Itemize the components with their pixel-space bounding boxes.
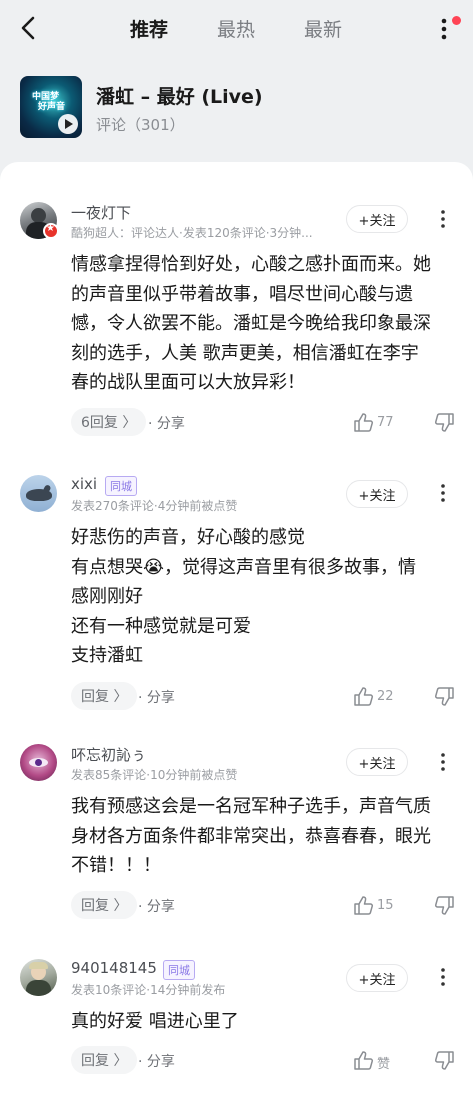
share-button[interactable]: · 分享: [138, 1051, 175, 1071]
thumbs-down-icon[interactable]: [434, 1050, 456, 1072]
share-button[interactable]: · 分享: [138, 896, 175, 916]
username[interactable]: xixi: [71, 475, 97, 493]
follow-button[interactable]: +关注: [346, 205, 408, 233]
song-cover[interactable]: 中国梦 好声音: [20, 76, 82, 138]
top-nav: 推荐 最热 最新: [0, 0, 473, 56]
user-meta: 发表85条评论·10分钟前被点赞: [71, 768, 238, 782]
avatar[interactable]: [20, 475, 57, 512]
user-meta: 发表270条评论·4分钟前被点赞: [71, 499, 238, 513]
city-tag: 同城: [163, 960, 195, 980]
comment-more-icon[interactable]: [436, 482, 450, 504]
comment-text: 我有预感这会是一名冠军种子选手，声音气质 身材各方面条件都非常突出，恭喜春春，眼…: [71, 796, 431, 876]
comment-more-icon[interactable]: [436, 751, 450, 773]
username[interactable]: 940148145: [71, 959, 157, 977]
comment-count: 评论（301）: [96, 116, 185, 134]
back-arrow-icon[interactable]: [16, 14, 40, 42]
thumbs-down-icon[interactable]: [434, 686, 456, 708]
share-button[interactable]: · 分享: [138, 687, 175, 707]
tab-newest[interactable]: 最新: [304, 15, 342, 42]
comments-sheet: 一夜灯下 酷狗超人：评论达人·发表120条评论·3分钟... +关注 情感拿捏得…: [0, 162, 473, 1108]
comment-text: 情感拿捏得恰到好处，心酸之感扑面而来。她 的声音里似乎带着故事，唱尽世间心酸与遗…: [71, 254, 431, 393]
vip-badge-icon: [43, 223, 59, 239]
comment-text: 真的好爱 唱进心里了: [71, 1011, 239, 1032]
thumbs-up-icon[interactable]: [352, 685, 374, 707]
comment-text: 好悲伤的声音，好心酸的感觉 有点想哭😭，觉得这声音里有很多故事，情 感刚刚好 还…: [71, 527, 417, 666]
reply-button[interactable]: 回复 〉: [71, 682, 138, 710]
thumbs-up-icon[interactable]: [352, 411, 374, 433]
like-count: 15: [377, 898, 394, 913]
username[interactable]: 一夜灯下: [71, 202, 131, 223]
thumbs-down-icon[interactable]: [434, 412, 456, 434]
city-tag: 同城: [105, 476, 137, 496]
song-title: 潘虹 – 最好 (Live): [96, 86, 263, 108]
notification-dot: [452, 16, 461, 25]
follow-button[interactable]: +关注: [346, 748, 408, 776]
like-count: 22: [377, 689, 394, 704]
comment-more-icon[interactable]: [436, 966, 450, 988]
like-count: 77: [377, 415, 394, 430]
tab-recommend[interactable]: 推荐: [130, 15, 168, 42]
comment-more-icon[interactable]: [436, 208, 450, 230]
thumbs-up-icon[interactable]: [352, 894, 374, 916]
play-icon[interactable]: [58, 114, 78, 134]
cover-logo-text: 中国梦 好声音: [32, 92, 66, 112]
follow-button[interactable]: +关注: [346, 964, 408, 992]
follow-button[interactable]: +关注: [346, 480, 408, 508]
avatar[interactable]: [20, 959, 57, 996]
reply-button[interactable]: 回复 〉: [71, 1046, 138, 1074]
username[interactable]: 吥忘初訫ぅ: [71, 744, 146, 765]
reply-button[interactable]: 回复 〉: [71, 891, 138, 919]
like-count: 赞: [377, 1057, 391, 1072]
avatar[interactable]: [20, 744, 57, 781]
thumbs-down-icon[interactable]: [434, 895, 456, 917]
share-button[interactable]: · 分享: [148, 413, 185, 433]
reply-button[interactable]: 6回复 〉: [71, 408, 147, 436]
user-meta: 酷狗超人：评论达人·发表120条评论·3分钟...: [71, 226, 313, 240]
user-meta: 发表10条评论·14分钟前发布: [71, 983, 226, 997]
thumbs-up-icon[interactable]: [352, 1049, 374, 1071]
tab-hottest[interactable]: 最热: [217, 15, 255, 42]
